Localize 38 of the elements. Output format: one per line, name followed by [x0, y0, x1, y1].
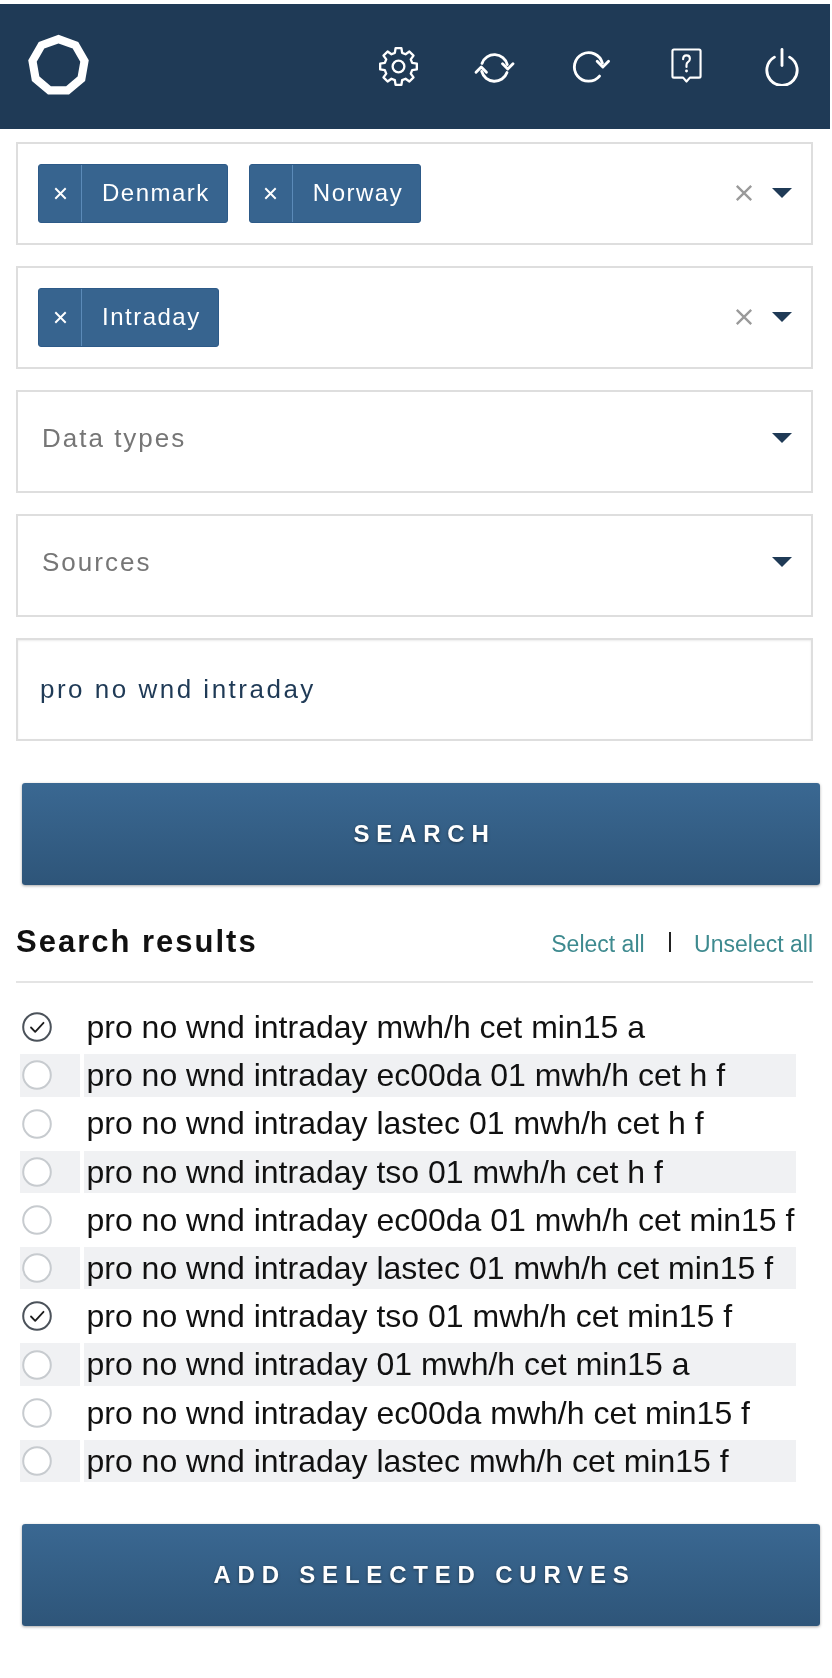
tag-label: Intraday [101, 302, 202, 333]
question-bubble-icon[interactable] [670, 48, 702, 85]
search-input[interactable]: pro no wnd intraday [16, 638, 813, 741]
result-label[interactable]: pro no wnd intraday tso 01 mwh/h cet h f [83, 1150, 796, 1194]
logo-icon [26, 32, 91, 97]
checkbox[interactable] [22, 1301, 52, 1332]
result-label[interactable]: pro no wnd intraday lastec mwh/h cet min15 f [83, 1439, 796, 1483]
result-label[interactable]: pro no wnd intraday mwh/h cet min15 a [83, 1006, 796, 1049]
close-icon[interactable] [735, 184, 753, 203]
add-curves-button[interactable]: ADD SELECTED CURVES [22, 1523, 820, 1626]
result-label[interactable]: pro no wnd intraday ec00da 01 mwh/h cet min15 f [83, 1198, 796, 1242]
caret-icon[interactable] [772, 433, 792, 444]
result-label[interactable]: pro no wnd intraday tso 01 mwh/h cet min15 f [83, 1295, 796, 1338]
caret-icon[interactable] [772, 312, 792, 323]
result-label[interactable]: pro no wnd intraday ec00da 01 mwh/h cet h f [83, 1054, 796, 1097]
close-icon [264, 186, 278, 200]
result-label[interactable]: pro no wnd intraday ec00da mwh/h cet min15 f [83, 1391, 796, 1434]
caret-icon[interactable] [772, 557, 792, 568]
multi-select-field[interactable]: Denmark Norway [16, 142, 813, 245]
section-title: Search results [16, 924, 258, 960]
close-icon [53, 310, 67, 324]
close-icon [53, 186, 67, 200]
checkbox[interactable] [22, 1012, 52, 1043]
close-icon[interactable] [735, 308, 753, 327]
dropdown-field[interactable]: Data types [16, 390, 813, 493]
multi-select-field[interactable]: Intraday [16, 266, 813, 369]
caret-icon[interactable] [772, 188, 792, 199]
unselect-all-link[interactable]: Unselect all [694, 931, 813, 958]
result-label[interactable]: pro no wnd intraday lastec 01 mwh/h cet min15 f [83, 1246, 796, 1290]
select-all-link[interactable]: Select all [551, 931, 645, 958]
tag-label: Norway [311, 178, 405, 209]
result-label[interactable]: pro no wnd intraday lastec 01 mwh/h cet h f [83, 1102, 796, 1145]
tag-label: Denmark [101, 178, 211, 209]
dropdown-field[interactable]: Sources [16, 514, 813, 617]
settings-icon[interactable] [377, 46, 419, 87]
result-label[interactable]: pro no wnd intraday 01 mwh/h cet min15 a [83, 1343, 796, 1386]
search-button[interactable]: SEARCH [22, 783, 820, 885]
power-icon[interactable] [764, 47, 800, 86]
